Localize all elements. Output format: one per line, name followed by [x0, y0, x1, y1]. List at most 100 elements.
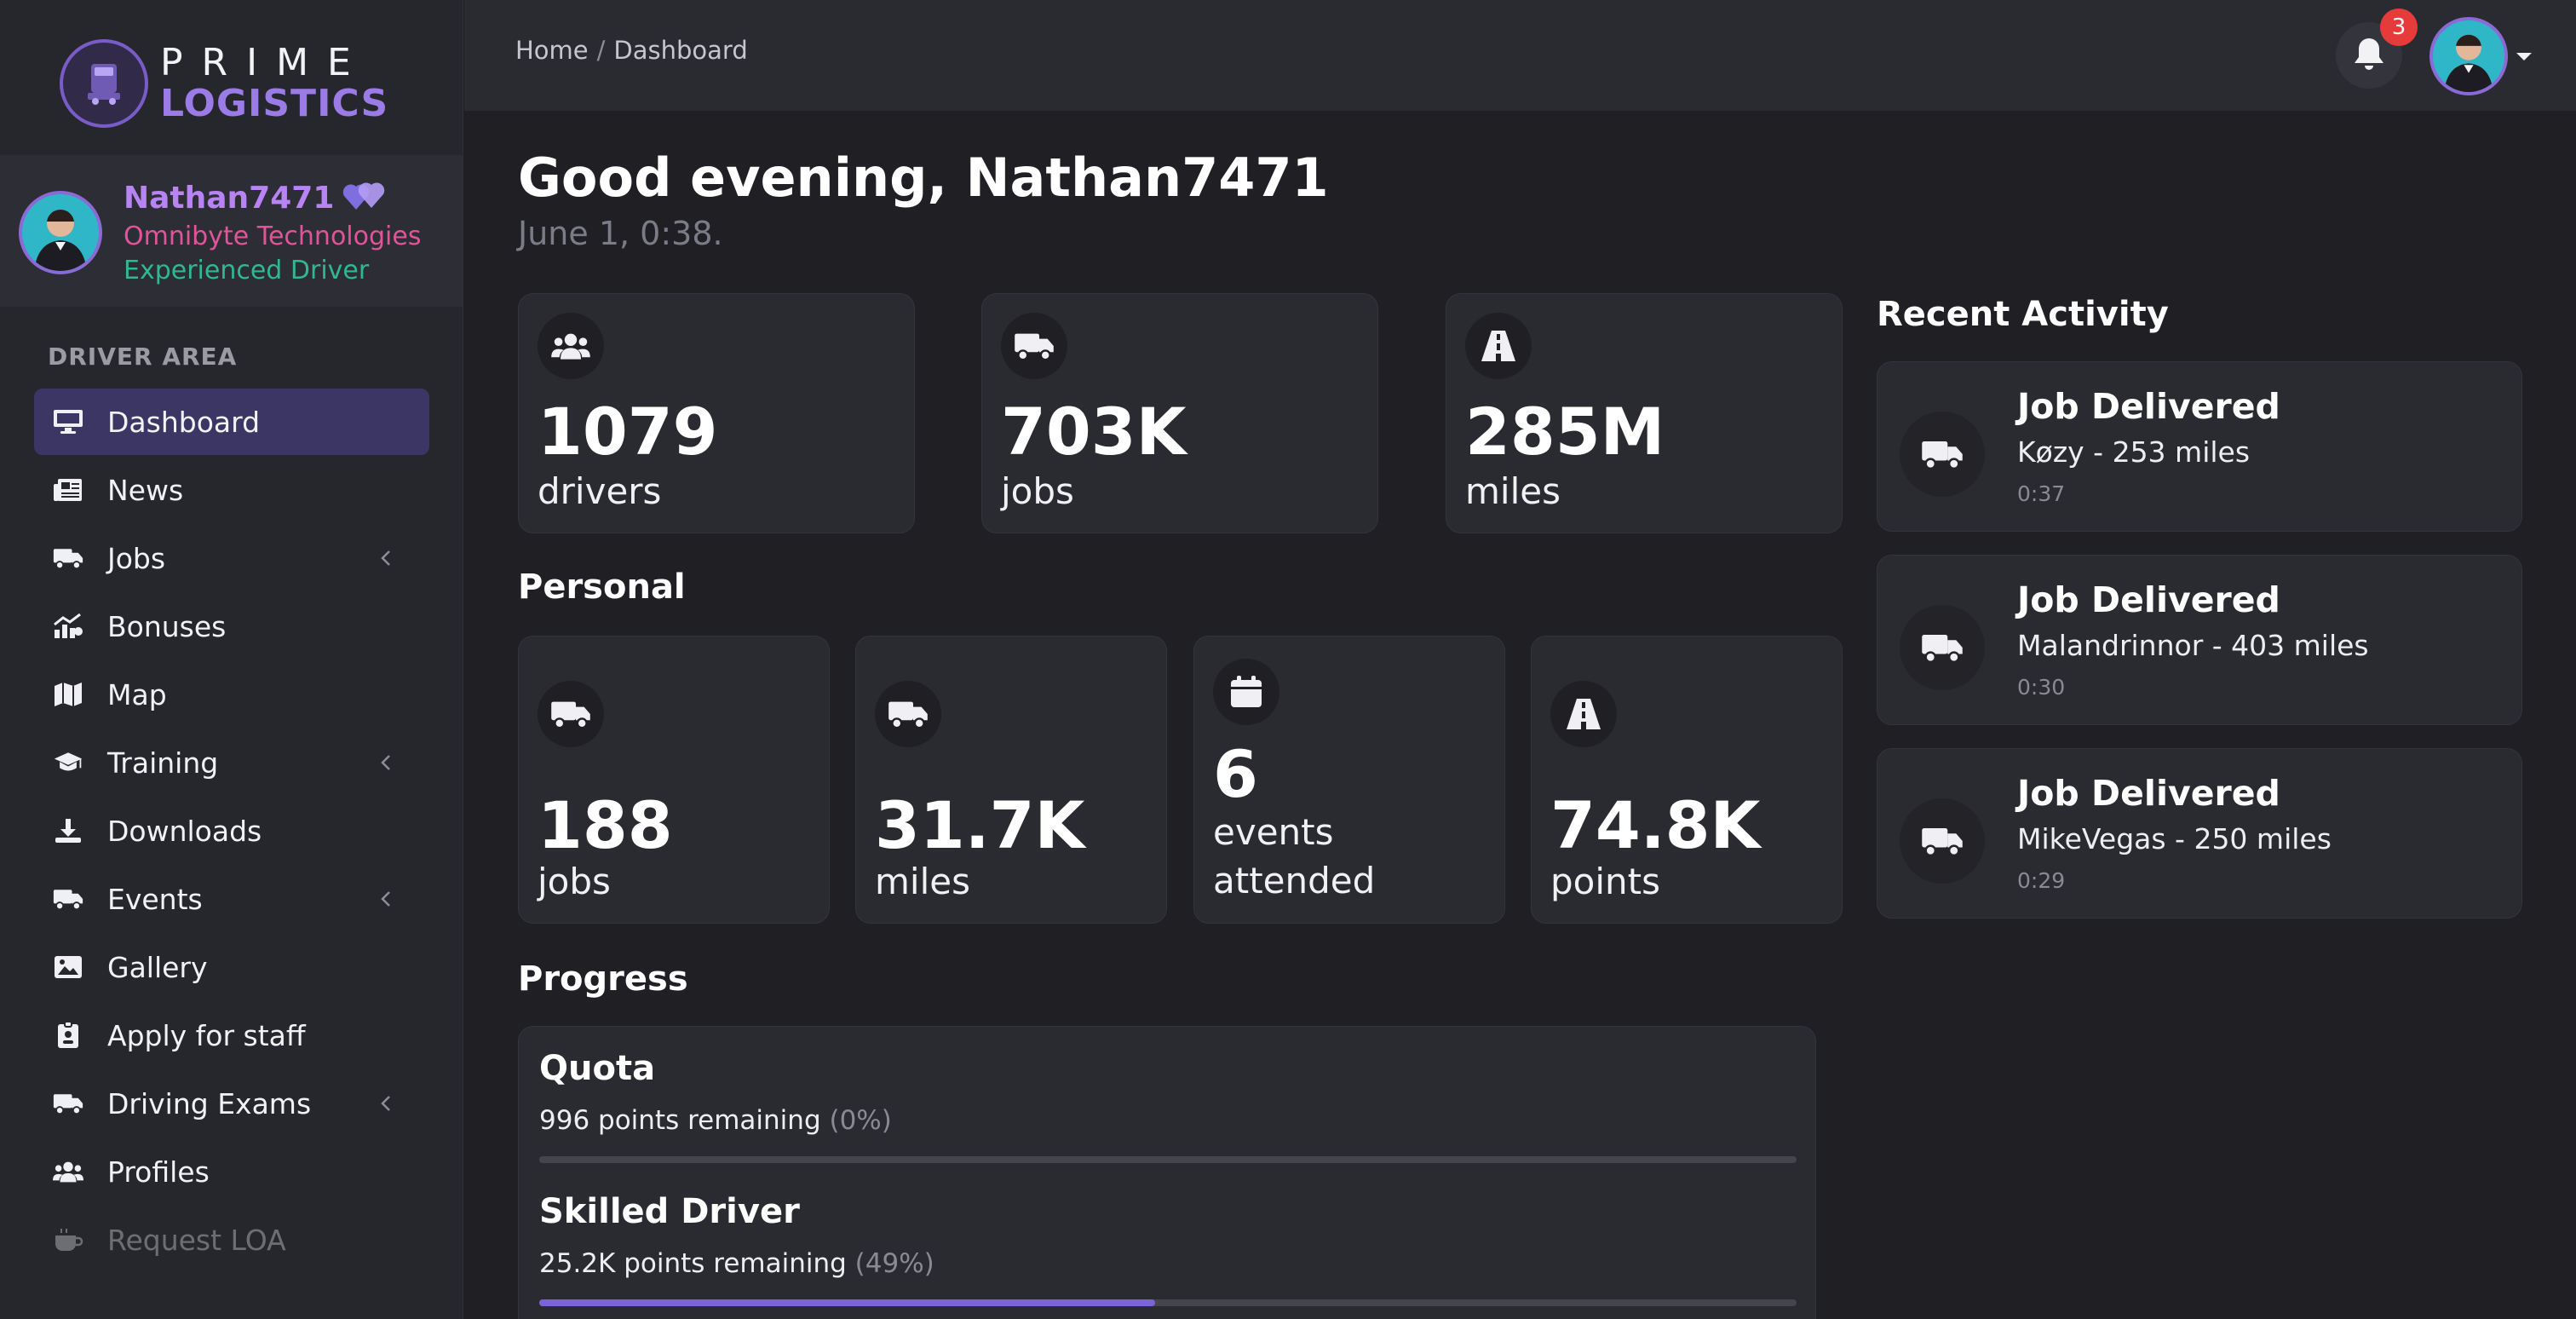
breadcrumb-current: Dashboard [613, 36, 748, 65]
activity-title: Job Delivered [2017, 579, 2280, 620]
truck-icon [1001, 313, 1067, 379]
image-icon [53, 952, 83, 982]
activity-time: 0:37 [2017, 481, 2066, 506]
sidebar-item-gallery[interactable]: Gallery [34, 934, 429, 1000]
truck-logo-icon [60, 39, 148, 128]
badge-icon [53, 1020, 83, 1051]
user-menu-avatar[interactable] [2429, 17, 2508, 95]
sidebar-item-label: Events [107, 882, 203, 916]
sidebar-item-training[interactable]: Training [34, 729, 429, 796]
stat-label: jobs [538, 861, 611, 902]
stat-card-miles: 285M miles [1446, 293, 1843, 533]
stat-value: 703K [1001, 394, 1187, 469]
breadcrumb-separator: / [596, 36, 606, 65]
sidebar-item-label: Map [107, 677, 167, 711]
progress-remaining: 996 points remaining [539, 1105, 821, 1136]
greeting-time: June 1, 0:38. [518, 215, 723, 252]
progress-bar-fill [539, 1299, 1156, 1306]
progress-item-text: 25.2K points remaining (49%) [539, 1248, 934, 1279]
stat-value: 74.8K [1550, 787, 1761, 863]
chart-icon [53, 611, 83, 642]
sidebar-item-map[interactable]: Map [34, 661, 429, 728]
activity-description: MikeVegas - 250 miles [2017, 822, 2332, 855]
brand-name-line1: PRIME [160, 41, 370, 84]
recent-activity-title: Recent Activity [1877, 295, 2169, 334]
personal-section-title: Personal [518, 567, 686, 607]
download-icon [53, 815, 83, 846]
coffee-icon [53, 1224, 83, 1255]
sidebar-item-events[interactable]: Events [34, 866, 429, 932]
stat-value: 1079 [538, 394, 718, 469]
activity-item[interactable]: Job Delivered Malandrinnor - 403 miles 0… [1877, 555, 2522, 725]
stat-label: drivers [538, 470, 662, 512]
chevron-left-icon [373, 886, 399, 912]
truck-icon [1900, 798, 1985, 884]
road-icon [1465, 313, 1532, 379]
progress-item-title: Quota [539, 1049, 656, 1088]
sidebar-item-downloads[interactable]: Downloads [34, 798, 429, 864]
monitor-icon [53, 406, 83, 437]
breadcrumb-home-link[interactable]: Home [515, 36, 589, 65]
activity-item[interactable]: Job Delivered MikeVegas - 250 miles 0:29 [1877, 748, 2522, 919]
notification-count-badge: 3 [2380, 9, 2418, 46]
progress-card: Quota 996 points remaining (0%) Skilled … [518, 1026, 1816, 1319]
personal-card-miles: 31.7K miles [855, 636, 1167, 924]
brand-logo-link[interactable]: PRIME LOGISTICS [60, 39, 388, 128]
user-role: Experienced Driver [124, 256, 370, 285]
sidebar-item-label: Profiles [107, 1155, 210, 1189]
user-panel: Nathan7471 Omnibyte Technologies Experie… [0, 155, 463, 307]
user-company: Omnibyte Technologies [124, 222, 422, 251]
sidebar-item-label: Training [107, 746, 219, 780]
sidebar-item-jobs[interactable]: Jobs [34, 525, 429, 591]
truck-icon [53, 1088, 83, 1119]
graduation-cap-icon [53, 747, 83, 778]
stat-value: 6 [1213, 736, 1258, 812]
app-root: PRIME LOGISTICS Nathan7471 Omnibyte Tech… [0, 0, 2576, 1319]
sidebar-item-request-loa[interactable]: Request LOA [34, 1207, 429, 1273]
personal-card-points: 74.8K points [1531, 636, 1843, 924]
activity-time: 0:29 [2017, 868, 2066, 893]
user-name: Nathan7471 [124, 181, 335, 216]
stat-label: events attended [1213, 809, 1375, 905]
sidebar-item-apply-for-staff[interactable]: Apply for staff [34, 1002, 429, 1068]
map-icon [53, 679, 83, 710]
truck-icon [538, 681, 604, 747]
personal-card-events: 6 events attended [1193, 636, 1505, 924]
progress-remaining: 25.2K points remaining [539, 1248, 847, 1279]
stat-value: 31.7K [875, 787, 1085, 863]
sidebar-item-driving-exams[interactable]: Driving Exams [34, 1070, 429, 1137]
stat-label: miles [1465, 470, 1561, 512]
calendar-icon [1213, 659, 1279, 725]
sidebar-item-label: Request LOA [107, 1223, 286, 1257]
sidebar-item-bonuses[interactable]: Bonuses [34, 593, 429, 660]
stat-label-line: attended [1213, 859, 1376, 901]
activity-item[interactable]: Job Delivered Køzy - 253 miles 0:37 [1877, 361, 2522, 532]
chevron-left-icon [373, 545, 399, 571]
sidebar: PRIME LOGISTICS Nathan7471 Omnibyte Tech… [0, 0, 463, 1319]
stat-card-drivers: 1079 drivers [518, 293, 915, 533]
nav-section-title: DRIVER AREA [48, 343, 238, 371]
sidebar-item-news[interactable]: News [34, 457, 429, 523]
personal-card-jobs: 188 jobs [518, 636, 830, 924]
stat-label: points [1550, 861, 1660, 902]
sidebar-item-label: Dashboard [107, 405, 261, 439]
topbar: Home / Dashboard 3 [464, 0, 2576, 111]
progress-bar-track [539, 1299, 1797, 1306]
stat-value: 188 [538, 787, 673, 863]
avatar[interactable] [19, 191, 102, 274]
road-icon [1550, 681, 1617, 747]
sidebar-item-profiles[interactable]: Profiles [34, 1138, 429, 1205]
activity-title: Job Delivered [2017, 386, 2280, 427]
stat-label: miles [875, 861, 970, 902]
progress-bar-track [539, 1156, 1797, 1163]
sidebar-item-label: Downloads [107, 814, 262, 848]
stat-label-line: events [1213, 811, 1334, 853]
sidebar-item-dashboard[interactable]: Dashboard [34, 389, 429, 455]
stat-label: jobs [1001, 470, 1074, 512]
sidebar-item-label: Apply for staff [107, 1018, 306, 1052]
progress-section-title: Progress [518, 959, 688, 999]
bell-icon [2353, 36, 2385, 75]
newspaper-icon [53, 475, 83, 505]
sidebar-item-label: Jobs [107, 541, 166, 575]
caret-down-icon[interactable] [2514, 49, 2534, 63]
